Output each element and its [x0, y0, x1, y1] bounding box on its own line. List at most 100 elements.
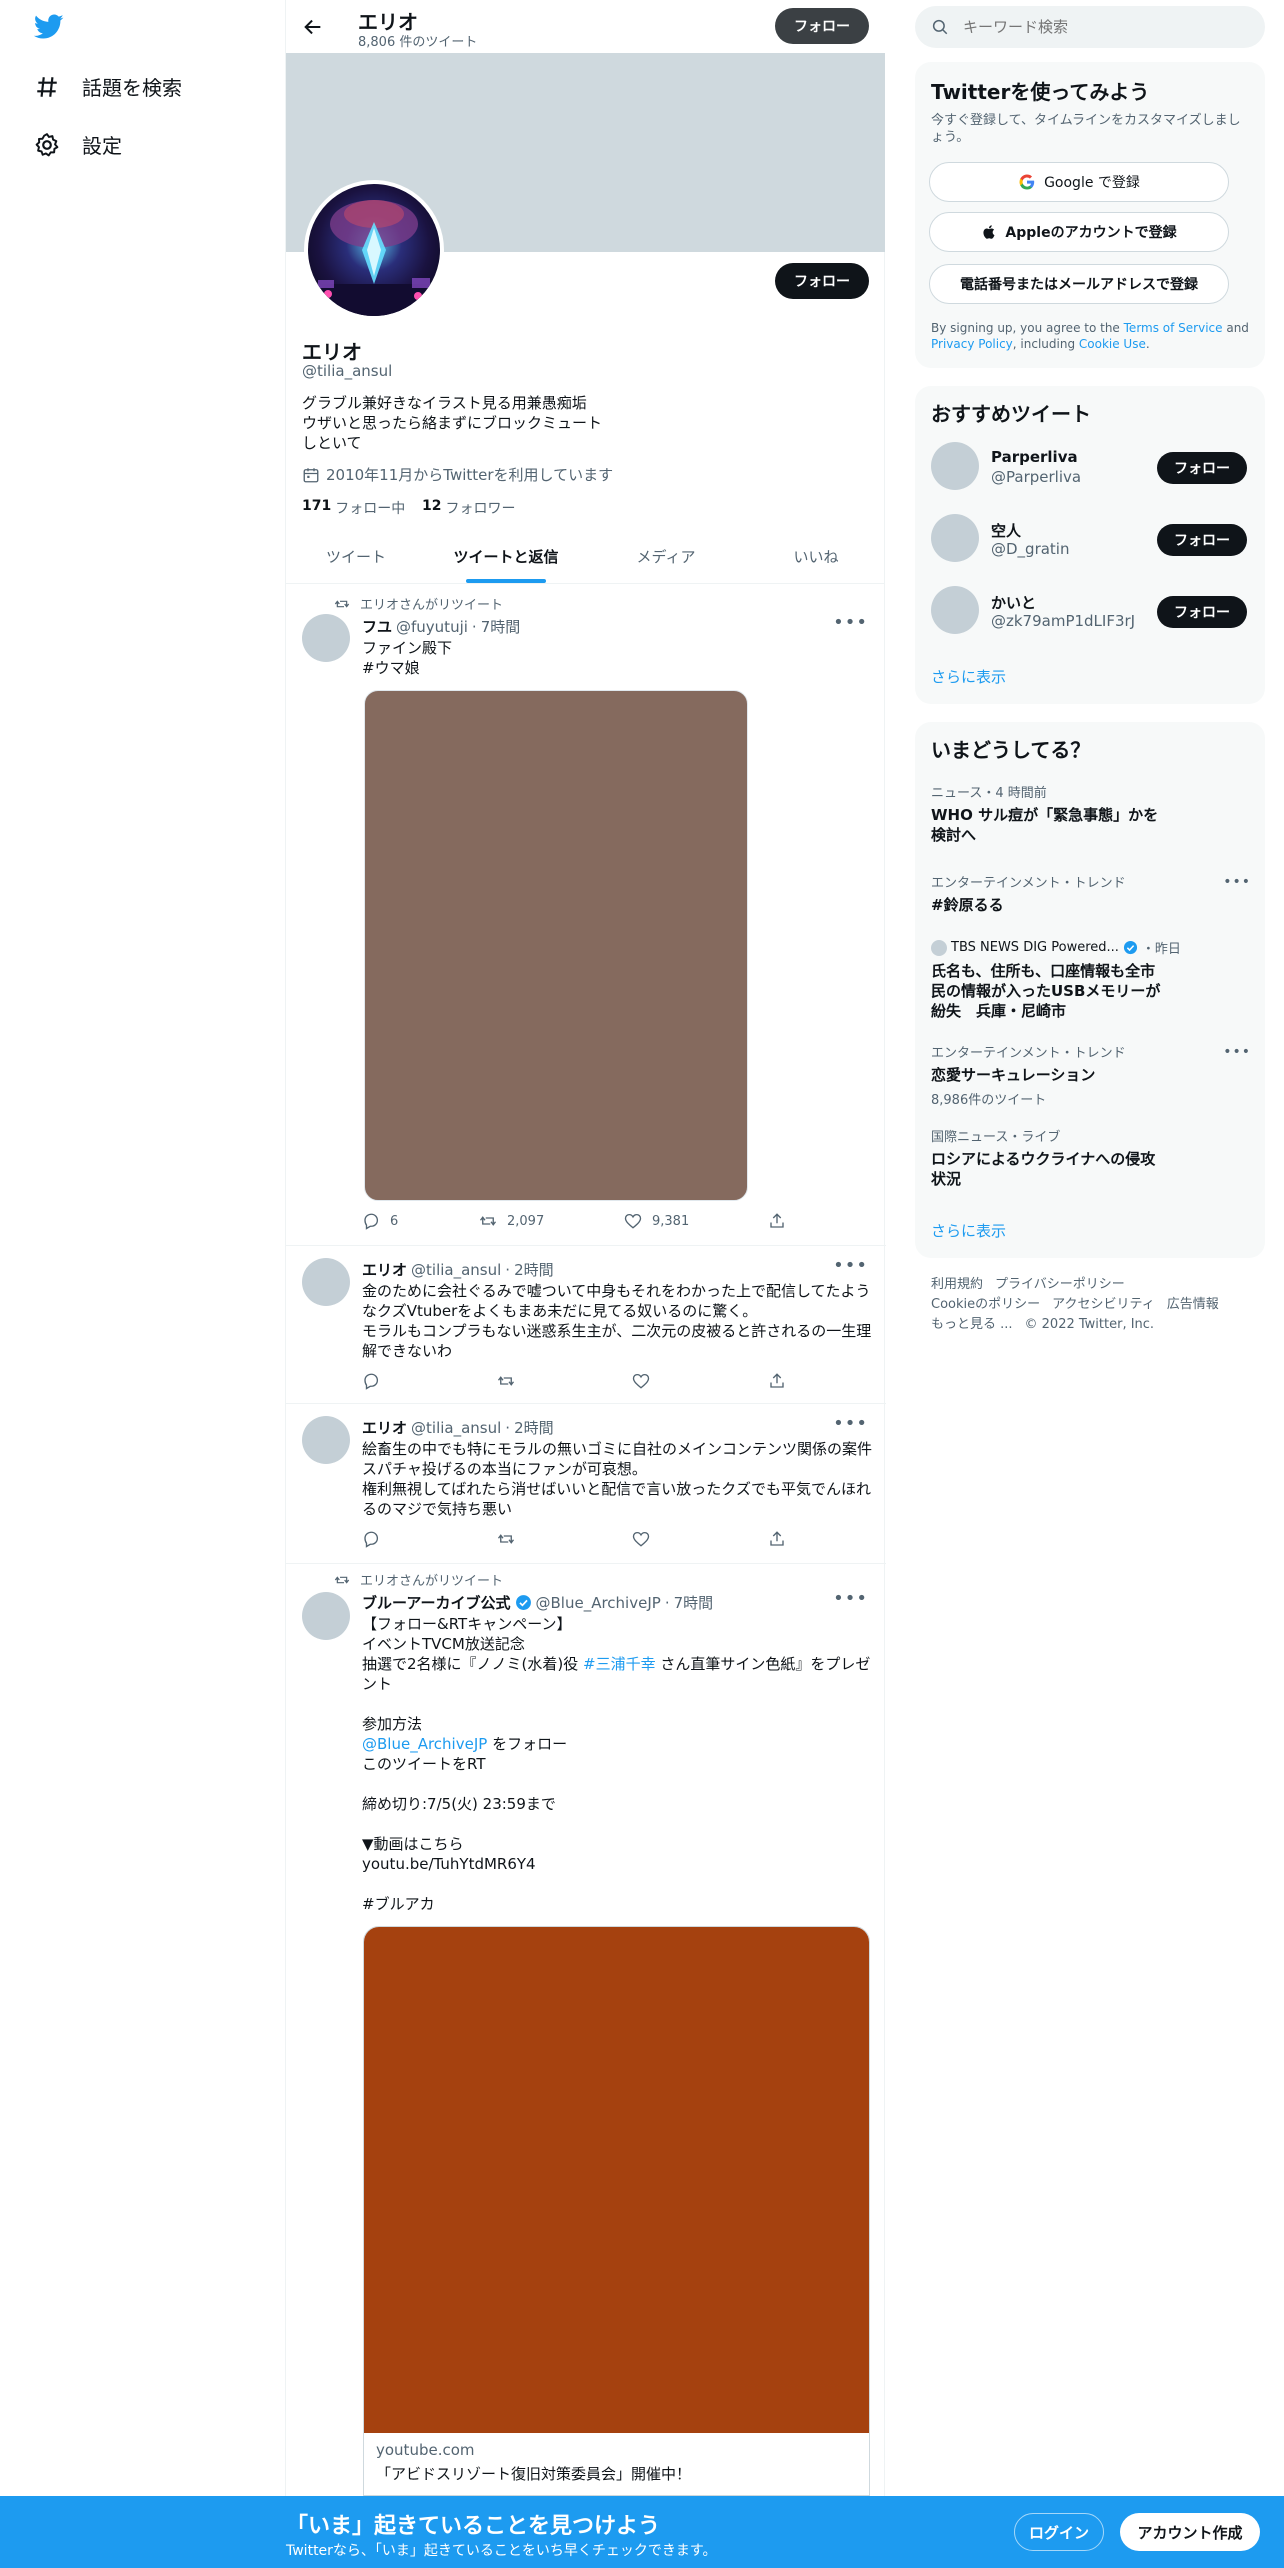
followers-link[interactable]: 12 フォロワー: [422, 498, 515, 518]
trend-item[interactable]: 国際ニュース・ライブ ロシアによるウクライナへの侵攻状況: [931, 1126, 1251, 1189]
trend-item[interactable]: TBS NEWS DIG Powered... ・昨日 氏名も、住所も、口座情報…: [931, 938, 1251, 1021]
tab-tweets[interactable]: ツイート: [286, 530, 426, 583]
trend-item[interactable]: エンターテインメント・トレンド #鈴原るる •••: [931, 872, 1251, 915]
share-button[interactable]: [768, 1212, 786, 1230]
header-follow-button[interactable]: フォロー: [775, 8, 869, 44]
search-input[interactable]: [963, 18, 1233, 36]
tweet-time[interactable]: 2時間: [514, 1417, 554, 1438]
twitter-logo-icon[interactable]: [34, 14, 64, 40]
tweet-author-handle[interactable]: @fuyutuji: [396, 618, 468, 636]
cookie-use-link[interactable]: Cookie Use: [1079, 337, 1146, 351]
avatar[interactable]: [931, 442, 979, 490]
tweet-mention[interactable]: @Blue_ArchiveJP: [362, 1735, 487, 1753]
login-button[interactable]: ログイン: [1014, 2513, 1104, 2551]
search-box[interactable]: [915, 6, 1265, 48]
following-link[interactable]: 171 フォロー中: [302, 498, 405, 518]
tweet-author-handle[interactable]: @tilia_ansul: [411, 1419, 501, 1437]
footer-link-privacy[interactable]: プライバシーポリシー: [995, 1277, 1125, 1292]
recommended-user-name: 空人: [991, 522, 1022, 540]
retweet-button[interactable]: 2,097: [479, 1212, 544, 1230]
avatar[interactable]: [302, 614, 350, 662]
hashtag-icon: [37, 76, 57, 97]
nav-explore[interactable]: 話題を検索: [34, 72, 182, 101]
share-button[interactable]: [768, 1372, 786, 1390]
like-button[interactable]: 9,381: [624, 1212, 689, 1230]
like-button[interactable]: [632, 1530, 650, 1548]
trend-item[interactable]: ニュース・4 時間前 WHO サル痘が「緊急事態」かを検討へ: [931, 782, 1251, 845]
tweet-author-name[interactable]: エリオ: [362, 1417, 407, 1438]
footer-link-ads[interactable]: 広告情報: [1167, 1297, 1219, 1312]
avatar[interactable]: [302, 1416, 350, 1464]
tweet-author-handle[interactable]: @tilia_ansul: [411, 1261, 501, 1279]
avatar[interactable]: [931, 514, 979, 562]
google-signup-button[interactable]: Google で登録: [929, 162, 1229, 202]
tweet[interactable]: エリオさんがリツイート フユ @fuyutuji · 7時間 ••• ファイン殿…: [286, 584, 886, 1246]
tweet-text: ファイン殿下: [362, 639, 453, 657]
apple-signup-button[interactable]: Appleのアカウントで登録: [929, 212, 1229, 252]
tweet-time[interactable]: 2時間: [514, 1259, 554, 1280]
footer-link-cookies[interactable]: Cookieのポリシー: [931, 1297, 1040, 1312]
more-options-icon[interactable]: •••: [833, 1413, 868, 1434]
terms-of-service-link[interactable]: Terms of Service: [1124, 321, 1223, 335]
recommended-user[interactable]: 空人 @D_gratin フォロー: [931, 514, 1251, 570]
tweet-header: ブルーアーカイブ公式 @Blue_ArchiveJP · 7時間: [362, 1592, 713, 1613]
trend-category: ニュース・4 時間前: [931, 786, 1047, 801]
reply-button[interactable]: [362, 1530, 380, 1548]
tweet[interactable]: エリオさんがリツイート ブルーアーカイブ公式 @Blue_ArchiveJP ·…: [286, 1564, 886, 2496]
create-account-button[interactable]: アカウント作成: [1120, 2513, 1260, 2551]
more-options-icon[interactable]: •••: [833, 1255, 868, 1276]
link-preview-card[interactable]: youtube.com 「アビドスリゾート復旧対策委員会」開催中！: [363, 1926, 870, 2496]
footer-link-accessibility[interactable]: アクセシビリティ: [1052, 1297, 1155, 1312]
tweet[interactable]: エリオ @tilia_ansul · 2時間 ••• 金のために会社ぐるみで嘘つ…: [286, 1246, 886, 1404]
tab-likes[interactable]: いいね: [746, 530, 886, 583]
tab-tweets-and-replies[interactable]: ツイートと返信: [426, 530, 586, 583]
tweet-text-line: 【フォロー&RTキャンペーン】: [362, 1615, 572, 1633]
recommended-show-more[interactable]: さらに表示: [931, 666, 1006, 687]
privacy-policy-link[interactable]: Privacy Policy: [931, 337, 1013, 351]
reply-button[interactable]: [362, 1372, 380, 1390]
tweet-time[interactable]: 7時間: [481, 616, 521, 637]
tweet-author-name[interactable]: フユ: [362, 616, 392, 637]
profile-avatar[interactable]: [304, 180, 444, 320]
nav-settings[interactable]: 設定: [34, 130, 122, 159]
trend-tweet-count: 8,986件のツイート: [931, 1093, 1047, 1108]
avatar[interactable]: [302, 1258, 350, 1306]
recommended-user[interactable]: かいと @zk79amP1dLIF3rJ フォロー: [931, 586, 1251, 642]
more-options-icon[interactable]: •••: [1223, 1044, 1251, 1060]
footer-link-terms[interactable]: 利用規約: [931, 1277, 983, 1292]
tweet[interactable]: エリオ @tilia_ansul · 2時間 ••• 絵畜生の中でも特にモラルの…: [286, 1404, 886, 1564]
reply-button[interactable]: 6: [362, 1212, 398, 1230]
recommended-follow-button[interactable]: フォロー: [1157, 524, 1247, 556]
retweet-icon: [497, 1376, 515, 1386]
tweet-author-handle[interactable]: @Blue_ArchiveJP: [536, 1594, 661, 1612]
recommended-user[interactable]: Parperliva @Parperliva フォロー: [931, 442, 1251, 498]
recommended-follow-button[interactable]: フォロー: [1157, 596, 1247, 628]
like-button[interactable]: [632, 1372, 650, 1390]
retweet-button[interactable]: [497, 1372, 515, 1390]
footer-link-more[interactable]: もっと見る ...: [931, 1317, 1013, 1332]
tweet-hashtag[interactable]: #三浦千幸: [583, 1655, 656, 1673]
recommended-follow-button[interactable]: フォロー: [1157, 452, 1247, 484]
tweet-author-name[interactable]: ブルーアーカイブ公式: [362, 1592, 511, 1613]
tweet-author-name[interactable]: エリオ: [362, 1259, 407, 1280]
avatar[interactable]: [302, 1592, 350, 1640]
back-arrow-icon[interactable]: [302, 16, 324, 38]
heart-icon: [632, 1531, 650, 1547]
retweet-button[interactable]: [497, 1530, 515, 1548]
tweet-time[interactable]: 7時間: [674, 1592, 714, 1613]
tab-media[interactable]: メディア: [586, 530, 746, 583]
more-options-icon[interactable]: •••: [833, 1588, 868, 1609]
more-options-icon[interactable]: •••: [1223, 874, 1251, 890]
tweet-hashtag[interactable]: #ブルアカ: [362, 1894, 872, 1914]
tweet-media-image[interactable]: [364, 690, 748, 1201]
google-signup-label: Google で登録: [1044, 175, 1140, 191]
profile-follow-button[interactable]: フォロー: [775, 263, 869, 299]
tweet-hashtag[interactable]: #ウマ娘: [362, 658, 872, 678]
trend-item[interactable]: エンターテインメント・トレンド 恋愛サーキュレーション 8,986件のツイート …: [931, 1042, 1251, 1108]
tweet-url[interactable]: youtu.be/TuhYtdMR6Y4: [362, 1854, 872, 1874]
more-options-icon[interactable]: •••: [833, 612, 868, 633]
share-button[interactable]: [768, 1530, 786, 1548]
phone-email-signup-button[interactable]: 電話番号またはメールアドレスで登録: [929, 264, 1229, 304]
avatar[interactable]: [931, 586, 979, 634]
trends-show-more[interactable]: さらに表示: [931, 1220, 1006, 1241]
